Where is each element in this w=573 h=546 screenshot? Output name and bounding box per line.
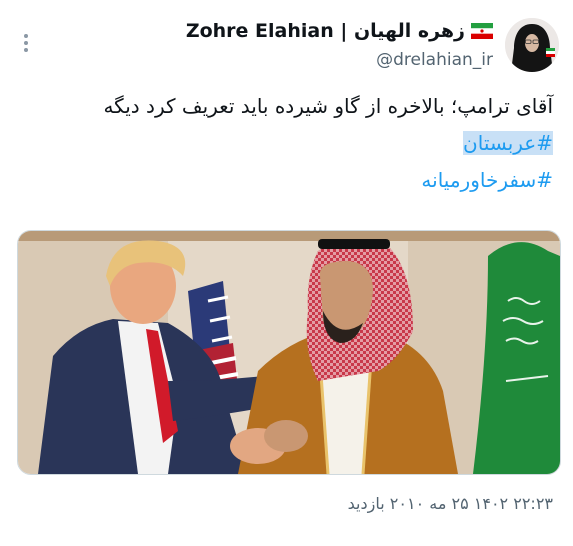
- author-handle[interactable]: @drelahian_ir: [376, 50, 493, 70]
- author-name-line[interactable]: Zohre Elahian | زهره الهیان: [186, 20, 493, 42]
- hashtag-middle-east-trip[interactable]: #سفرخاورمیانه: [421, 168, 553, 192]
- hashtag-arabia[interactable]: #عربستان: [463, 131, 553, 155]
- photo-image: [18, 231, 560, 474]
- iran-flag-icon: [471, 23, 493, 39]
- tweet-card[interactable]: Zohre Elahian | زهره الهیان @drelahian_i…: [0, 0, 573, 546]
- tweet-text: آقای ترامپ؛ بالاخره از گاو شیرده باید تع…: [33, 88, 553, 199]
- author-avatar[interactable]: [505, 18, 559, 72]
- tweet-photo[interactable]: [17, 230, 561, 475]
- tweet-timestamp[interactable]: ۲۲:۲۳ ۱۴۰۲ ۲۵ مه ۲۰۱۰ بازدید: [348, 494, 553, 513]
- author-display-name[interactable]: Zohre Elahian | زهره الهیان: [186, 20, 465, 42]
- tweet-text-line: آقای ترامپ؛ بالاخره از گاو شیرده باید تع…: [103, 94, 553, 118]
- more-options-icon[interactable]: [22, 34, 30, 56]
- profile-photo-icon: [505, 18, 559, 72]
